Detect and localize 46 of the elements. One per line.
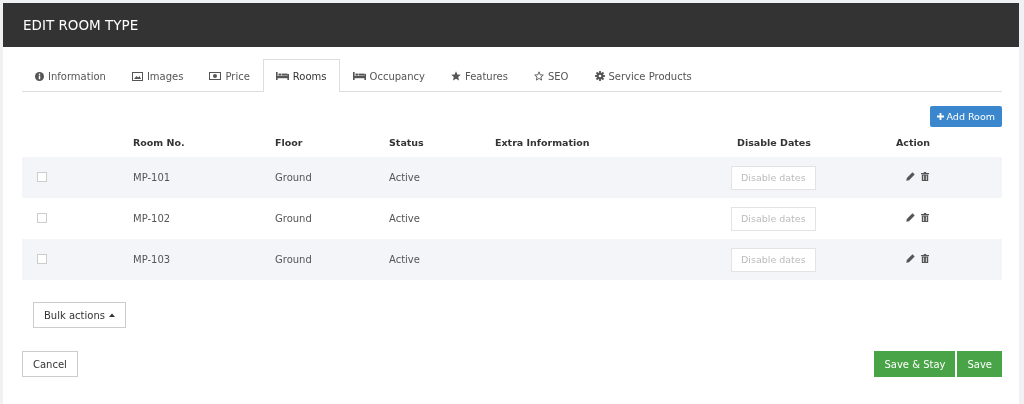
table-cell: Ground [275,157,389,198]
tab[interactable]: Service Products [581,59,705,92]
window-title: EDIT ROOM TYPE [23,17,139,33]
cancel-button[interactable]: Cancel [22,351,78,377]
row-checkbox[interactable] [37,212,47,223]
caret-icon [108,313,115,317]
tab[interactable]: Features [437,59,521,92]
tab[interactable]: SEO [520,59,582,92]
table-cell: Ground [275,239,389,280]
table-cell: MP-102 [133,198,275,239]
star-icon [450,71,461,81]
bed-icon [275,72,289,80]
gear-icon [594,71,605,81]
column-header: Room No. [133,131,275,157]
delete-icon[interactable] [921,254,929,263]
column-header: Action [880,131,1002,157]
column-header: Status [389,131,495,157]
add-room-button[interactable]: Add Room [929,106,1002,127]
plus-icon [936,113,944,120]
edit-icon[interactable] [906,254,915,263]
info-icon [35,71,44,81]
row-checkbox[interactable] [37,253,47,264]
image-icon [131,71,143,81]
edit-icon[interactable] [906,213,915,222]
table-cell: Ground [275,198,389,239]
tab[interactable]: Information [22,59,119,92]
column-header: Floor [275,131,389,157]
table-cell: MP-101 [133,157,275,198]
column-header: Disable Dates [727,131,880,157]
bed-icon [352,72,366,80]
column-header: Extra Information [495,131,727,157]
table-cell: Active [389,198,495,239]
table-cell: Active [389,157,495,198]
delete-icon[interactable] [921,172,929,181]
tab[interactable]: Price [196,59,263,92]
table-cell: MP-103 [133,239,275,280]
tab[interactable]: Rooms [262,59,340,92]
tab[interactable]: Images [118,59,197,92]
row-checkbox[interactable] [37,171,47,182]
table-cell: Active [389,239,495,280]
edit-icon[interactable] [906,172,915,181]
tab[interactable]: Occupancy [339,59,438,92]
star-icon [533,71,544,81]
delete-icon[interactable] [921,213,929,222]
bulk-actions-button[interactable]: Bulk actions [33,302,126,328]
money-icon [209,72,222,80]
